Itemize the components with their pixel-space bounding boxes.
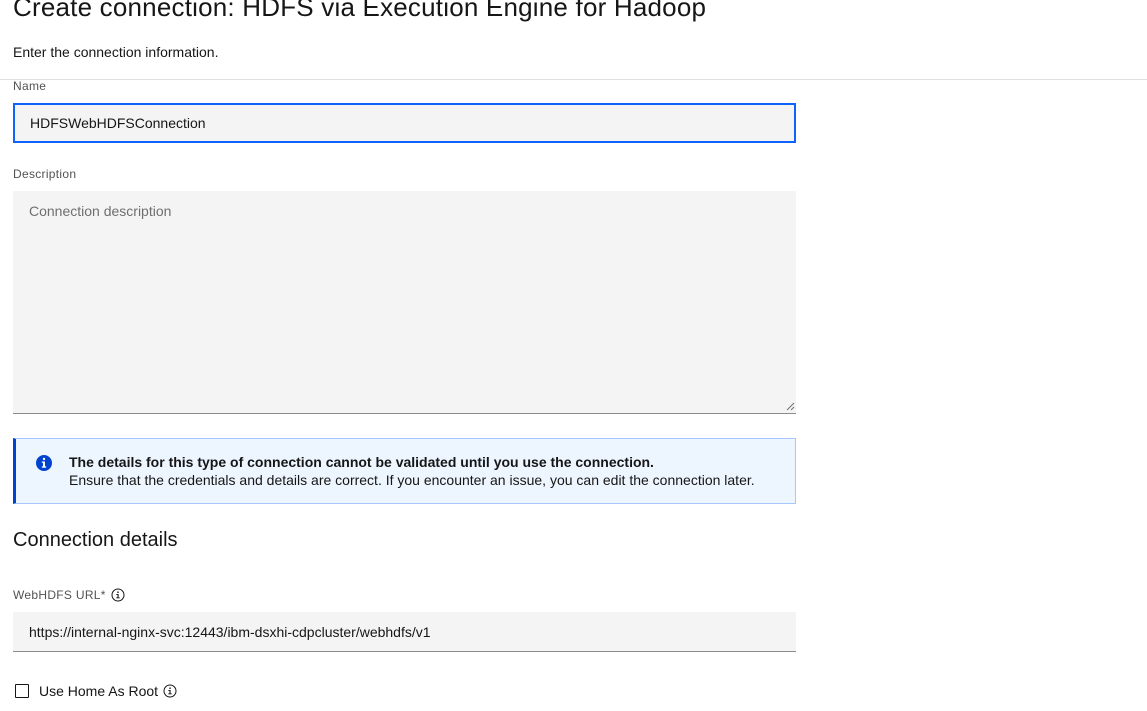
webhdfs-url-input[interactable] bbox=[13, 612, 796, 652]
notification-title: The details for this type of connection … bbox=[69, 454, 654, 470]
name-label: Name bbox=[13, 79, 47, 93]
description-label: Description bbox=[13, 167, 77, 181]
name-input[interactable] bbox=[13, 103, 796, 143]
use-home-as-root-label[interactable]: Use Home As Root bbox=[39, 683, 158, 699]
info-filled-icon bbox=[36, 455, 52, 471]
webhdfs-url-label: WebHDFS URL* bbox=[13, 588, 125, 602]
info-notification: The details for this type of connection … bbox=[13, 438, 796, 504]
info-icon[interactable] bbox=[111, 588, 125, 602]
info-icon[interactable] bbox=[163, 684, 177, 698]
description-textarea[interactable] bbox=[13, 191, 796, 414]
page-subtitle: Enter the connection information. bbox=[13, 44, 219, 60]
use-home-as-root-row[interactable]: Use Home As Root bbox=[15, 681, 177, 701]
notification-body: Ensure that the credentials and details … bbox=[69, 472, 755, 488]
page-header: Create connection: HDFS via Execution En… bbox=[0, 0, 1147, 80]
page-title: Create connection: HDFS via Execution En… bbox=[13, 0, 707, 22]
connection-details-heading: Connection details bbox=[13, 529, 178, 551]
resize-handle-icon[interactable] bbox=[786, 402, 795, 411]
use-home-as-root-checkbox[interactable] bbox=[15, 684, 29, 698]
webhdfs-url-label-text: WebHDFS URL* bbox=[13, 588, 106, 602]
